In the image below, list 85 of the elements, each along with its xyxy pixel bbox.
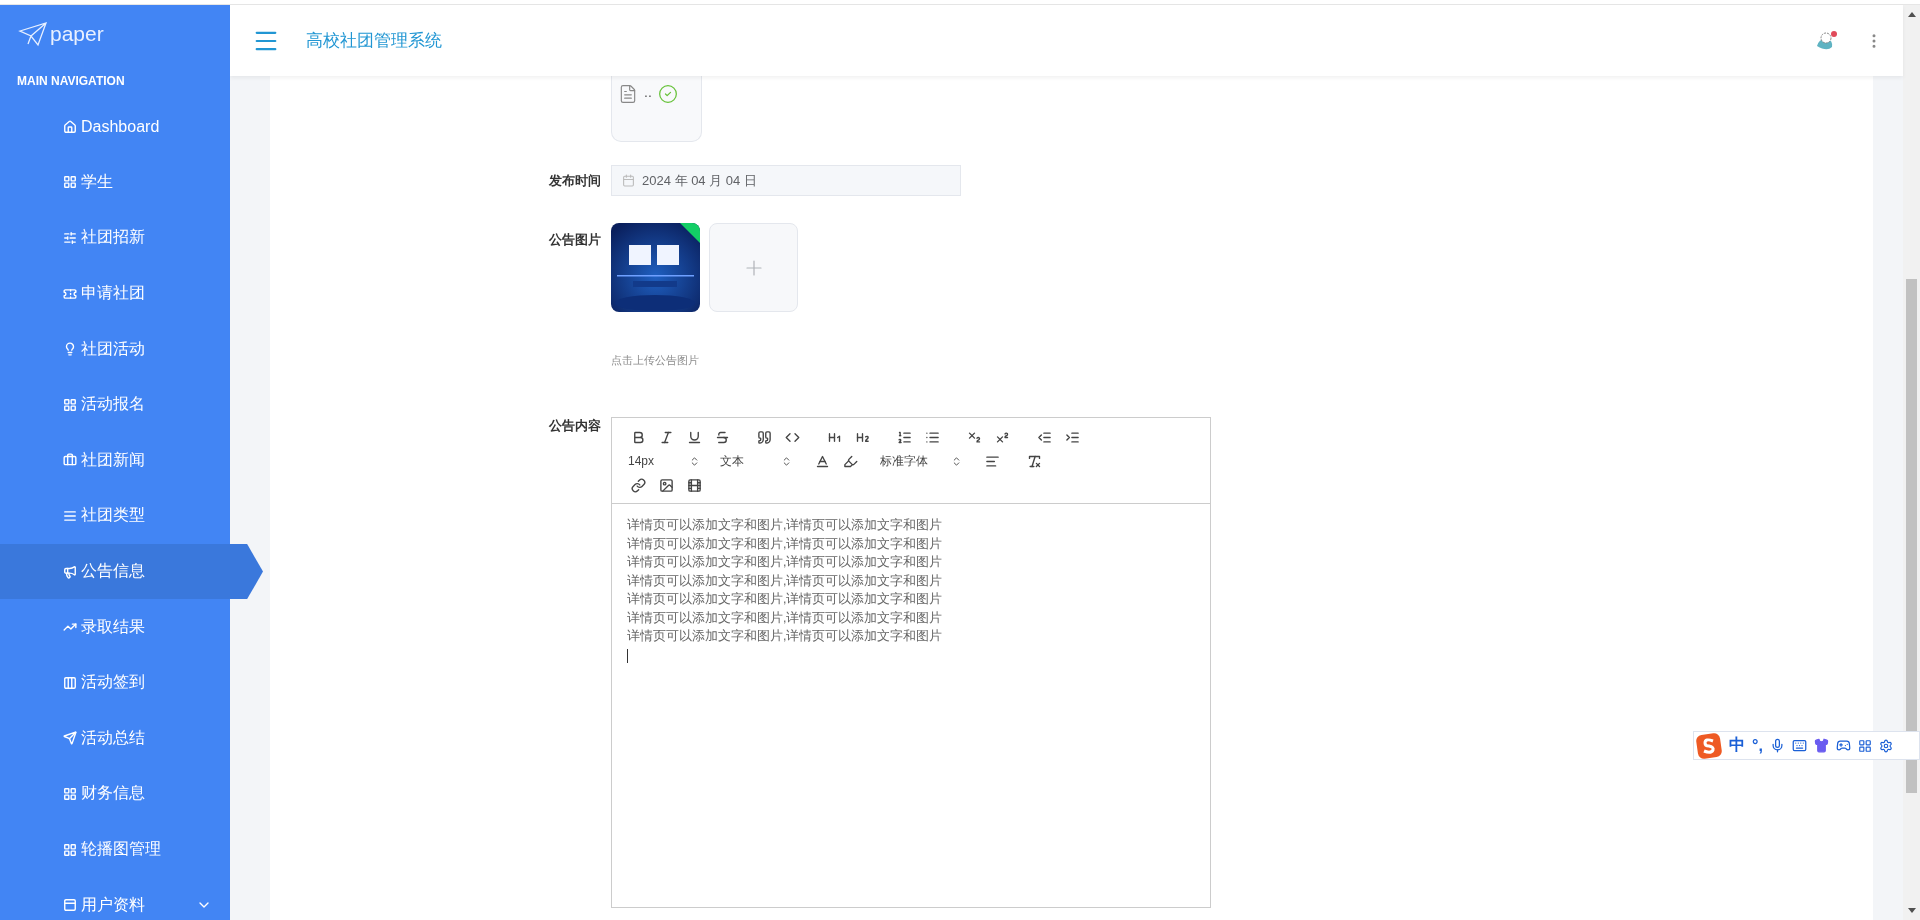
- paper-plane-icon: [18, 21, 48, 47]
- punctuation-mode[interactable]: °,: [1752, 736, 1763, 755]
- nav-label: 社团类型: [81, 505, 146, 526]
- shirt-icon[interactable]: [1813, 738, 1829, 753]
- grid-icon[interactable]: [1857, 738, 1872, 753]
- text-caret: [627, 648, 628, 663]
- editor-text-line: 详情页可以添加文字和图片,详情页可以添加文字和图片: [627, 554, 944, 571]
- nav-label: 活动报名: [81, 394, 146, 415]
- sort-caret-icon: [951, 455, 962, 467]
- editor-text-line: 详情页可以添加文字和图片,详情页可以添加文字和图片: [627, 628, 944, 645]
- header-select[interactable]: 文本: [716, 449, 796, 473]
- grid-icon: [63, 175, 77, 190]
- nav-item[interactable]: 社团招新: [0, 210, 230, 266]
- nav-label: Dashboard: [81, 117, 161, 136]
- document-icon: [618, 84, 638, 104]
- nav-label: 学生: [81, 171, 114, 192]
- nav-item[interactable]: 社团活动: [0, 321, 230, 377]
- nav-item[interactable]: 轮播图管理: [0, 821, 230, 878]
- grid-icon: [63, 786, 77, 801]
- calendar-icon: [622, 174, 635, 187]
- logo-text: paper: [50, 22, 104, 46]
- nav-item[interactable]: 活动报名: [0, 376, 230, 433]
- editor-content[interactable]: 详情页可以添加文字和图片,详情页可以添加文字和图片 详情页可以添加文字和图片,详情页可以添加文字和图片 详情页可以添加文字和图片,详情页可以添加文字和图片 详情页可以添加文字和图片,详情页可以添加文字和图片 详情页可以添加文字和图片,详情页可以添加文字和图片 详情页可以添加文字和图片,详情页可以添加文字和图片 详情页可以添加文字和图片,详情页可以添加文字和图片: [612, 504, 1210, 907]
- columns-icon: [63, 675, 77, 690]
- font-family-select[interactable]: 标准字体: [876, 449, 966, 473]
- editor-text-line: 详情页可以添加文字和图片,详情页可以添加文字和图片: [627, 572, 944, 590]
- nav-label: 活动总结: [81, 727, 146, 748]
- nav-label: 用户资料: [81, 894, 146, 915]
- nav-item[interactable]: 录取结果: [0, 599, 230, 655]
- nav-item[interactable]: 公告信息: [0, 543, 263, 600]
- nav-item[interactable]: 学生: [0, 154, 230, 211]
- nav-item[interactable]: 财务信息: [0, 766, 230, 822]
- nav-label: 录取结果: [81, 616, 146, 637]
- app-title: 高校社团管理系统: [306, 30, 443, 52]
- upload-hint: 点击上传公告图片: [611, 353, 699, 368]
- sliders-icon: [63, 231, 77, 245]
- section-title: MAIN NAVIGATION: [16, 73, 126, 90]
- nav-label: 社团新闻: [81, 449, 146, 470]
- nav-label: 轮播图管理: [81, 839, 162, 859]
- nav-label: 社团招新: [81, 227, 146, 248]
- gamepad-icon[interactable]: [1835, 738, 1851, 753]
- ticket-icon: [63, 286, 77, 301]
- font-size-select[interactable]: 14px: [624, 449, 704, 473]
- date-field[interactable]: 2024 年 04 月 04 日: [611, 165, 961, 196]
- nav-item[interactable]: 活动签到: [0, 654, 230, 711]
- nav-item[interactable]: 社团类型: [0, 488, 230, 544]
- scroll-thumb[interactable]: [1906, 279, 1917, 793]
- field-label: 发布时间: [548, 171, 602, 190]
- date-value: 2024 年 04 月 04 日: [642, 171, 757, 190]
- nav-label: 申请社团: [81, 283, 146, 304]
- nav-label: 社团活动: [81, 338, 146, 359]
- grid-icon: [63, 397, 77, 412]
- nav-label: 公告信息: [81, 561, 146, 582]
- lightbulb-icon: [63, 342, 77, 357]
- editor-text-line: 详情页可以添加文字和图片,详情页可以添加文字和图片: [627, 591, 944, 608]
- settings-icon[interactable]: [1878, 738, 1893, 753]
- microphone-icon[interactable]: [1769, 738, 1785, 753]
- nav-item[interactable]: 用户资料: [0, 877, 230, 920]
- nav-item[interactable]: Dashboard: [0, 99, 230, 155]
- editor-text-line: 详情页可以添加文字和图片,详情页可以添加文字和图片: [627, 609, 944, 627]
- grid-icon: [63, 842, 77, 857]
- megaphone-icon: [63, 564, 77, 579]
- list-icon: [63, 508, 77, 523]
- editor-text-line: 详情页可以添加文字和图片,详情页可以添加文字和图片: [627, 517, 944, 534]
- field-label: 公告内容: [548, 417, 602, 435]
- nav-label: 活动签到: [81, 672, 146, 693]
- briefcase-icon: [63, 453, 77, 468]
- input-mode[interactable]: 中: [1729, 735, 1745, 756]
- file-name: ..: [644, 84, 652, 100]
- panel-icon: [63, 898, 77, 913]
- nav-item[interactable]: 申请社团: [0, 265, 230, 322]
- editor-text-line: 详情页可以添加文字和图片,详情页可以添加文字和图片: [627, 535, 944, 553]
- scrollbar[interactable]: [1903, 5, 1920, 920]
- home-icon: [63, 119, 77, 134]
- scroll-up-icon[interactable]: [1907, 12, 1916, 17]
- nav-item[interactable]: 活动总结: [0, 710, 230, 767]
- nav-label: 财务信息: [81, 783, 146, 804]
- scroll-down-icon[interactable]: [1907, 908, 1916, 913]
- avatar-icon[interactable]: [1815, 29, 1839, 52]
- nav-item[interactable]: 社团新闻: [0, 432, 230, 489]
- field-label: 公告图片: [548, 231, 602, 249]
- sort-caret-icon: [689, 455, 700, 467]
- send-icon: [63, 731, 77, 746]
- sort-caret-icon: [781, 455, 792, 467]
- keyboard-icon[interactable]: [1791, 738, 1807, 753]
